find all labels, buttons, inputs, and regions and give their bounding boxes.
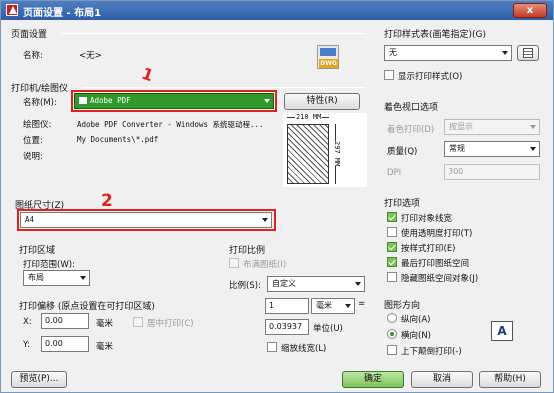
option-checkbox-1[interactable]	[387, 227, 397, 237]
annotation-1: 1	[139, 63, 157, 86]
center-plot-checkbox[interactable]	[133, 317, 143, 327]
autocad-logo-icon	[6, 4, 18, 16]
fit-paper-checkbox[interactable]	[229, 258, 239, 268]
shaded-viewport-title: 着色视口选项	[384, 103, 439, 113]
divider	[61, 33, 366, 34]
title-bar: 页面设置 - 布局1 x	[1, 1, 553, 20]
print-range-label: 打印范围(W):	[23, 260, 75, 270]
plot-style-title: 打印样式表(画笔指定)(G)	[384, 30, 487, 40]
scale-lineweights-label: 缩放线宽(L)	[281, 344, 327, 354]
paper-sheet	[287, 124, 329, 184]
highlight-box-printer	[71, 90, 277, 112]
scale-unit-select[interactable]: 毫米	[311, 298, 355, 314]
page-setup-title: 页面设置	[11, 30, 48, 40]
scale-lineweights-checkbox[interactable]	[267, 342, 277, 352]
plot-style-select[interactable]: 无	[384, 45, 512, 61]
highlight-box-paper	[17, 209, 276, 231]
option-label-2: 按样式打印(E)	[401, 244, 456, 254]
offset-x-unit: 毫米	[96, 319, 114, 329]
plot-scale-title: 打印比例	[229, 246, 266, 256]
printer-properties-button[interactable]: 特性(R)	[284, 93, 360, 110]
page-setup-name-value: <无>	[79, 51, 102, 61]
page-setup-dialog: 页面设置 - 布局1 x 页面设置 名称: <无> DWG 打印机/绘图仪 名称…	[0, 0, 554, 393]
close-button[interactable]: x	[513, 3, 547, 18]
location-label: 位置:	[23, 136, 43, 146]
dwg-file-icon: DWG	[317, 45, 339, 69]
offset-x-input[interactable]: 0.00	[41, 313, 89, 329]
divider	[83, 87, 366, 88]
offset-y-label: Y:	[23, 340, 30, 350]
offset-y-input[interactable]: 0.00	[41, 336, 89, 352]
ok-button[interactable]: 确定	[342, 371, 404, 388]
scale-value1-input[interactable]: 1	[265, 298, 309, 314]
paper-height: 297 MM	[333, 141, 341, 167]
shade-plot-label: 着色打印(D)	[387, 125, 435, 135]
option-checkbox-4[interactable]	[387, 272, 397, 282]
show-plot-styles-checkbox[interactable]	[384, 70, 394, 80]
quality-select[interactable]: 常规	[444, 141, 540, 157]
equals-sign: =	[358, 299, 366, 309]
paper-width: 210 MM	[295, 113, 323, 121]
option-checkbox-2[interactable]	[387, 242, 397, 252]
show-plot-styles-label: 显示打印样式(O)	[398, 72, 463, 82]
portrait-label: 纵向(A)	[401, 315, 431, 325]
portrait-radio[interactable]	[387, 313, 397, 323]
quality-label: 质量(Q)	[387, 147, 418, 157]
scale-select[interactable]: 自定义	[267, 276, 365, 292]
scale-value2-input[interactable]: 0.03937	[265, 319, 309, 335]
dpi-label: DPI	[387, 168, 402, 178]
upside-down-checkbox[interactable]	[387, 345, 397, 355]
scale-unit2-label: 单位(U)	[313, 324, 343, 334]
printer-name-label: 名称(M):	[23, 98, 57, 108]
option-label-3: 最后打印图纸空间	[401, 259, 470, 269]
plotter-value: Adobe PDF Converter - Windows 系统驱动程...	[77, 120, 264, 129]
fit-paper-label: 布满图纸(I)	[243, 260, 287, 270]
annotation-2: 2	[101, 191, 113, 211]
cancel-button[interactable]: 取消	[411, 371, 473, 388]
shade-plot-select[interactable]: 按显示	[444, 119, 540, 135]
option-label-1: 使用透明度打印(T)	[401, 229, 473, 239]
offset-x-label: X:	[23, 317, 32, 327]
printer-title: 打印机/绘图仪	[11, 84, 69, 94]
location-value: My Documents\*.pdf	[77, 135, 159, 144]
scale-label: 比例(S):	[229, 281, 261, 291]
print-range-select[interactable]: 布局	[23, 270, 90, 286]
landscape-radio[interactable]	[387, 329, 397, 339]
page-setup-name-label: 名称:	[23, 51, 43, 61]
landscape-label: 横向(N)	[401, 331, 431, 341]
window-title: 页面设置 - 布局1	[23, 8, 102, 19]
paper-preview: 210 MM 297 MM	[283, 113, 367, 187]
upside-down-label: 上下颠倒打印(-)	[401, 347, 462, 357]
option-label-4: 隐藏图纸空间对象(J)	[401, 274, 479, 284]
option-label-0: 打印对象线宽	[401, 214, 453, 224]
preview-button[interactable]: 预览(P)...	[11, 371, 67, 388]
edit-table-icon	[523, 48, 533, 58]
center-plot-label: 居中打印(C)	[147, 319, 194, 329]
option-checkbox-3[interactable]	[387, 257, 397, 267]
print-area-title: 打印区域	[19, 246, 56, 256]
description-label: 说明:	[23, 152, 43, 162]
plot-offset-title: 打印偏移 (原点设置在可打印区域)	[19, 302, 155, 312]
edit-style-button[interactable]	[517, 45, 539, 61]
plotter-label: 绘图仪:	[23, 120, 52, 130]
plot-options-title: 打印选项	[384, 199, 421, 209]
help-button[interactable]: 帮助(H)	[479, 371, 541, 388]
offset-y-unit: 毫米	[96, 342, 114, 352]
dpi-input[interactable]: 300	[444, 164, 540, 180]
option-checkbox-0[interactable]	[387, 212, 397, 222]
orientation-title: 图形方向	[384, 301, 421, 311]
orientation-preview-icon: A	[491, 321, 513, 341]
